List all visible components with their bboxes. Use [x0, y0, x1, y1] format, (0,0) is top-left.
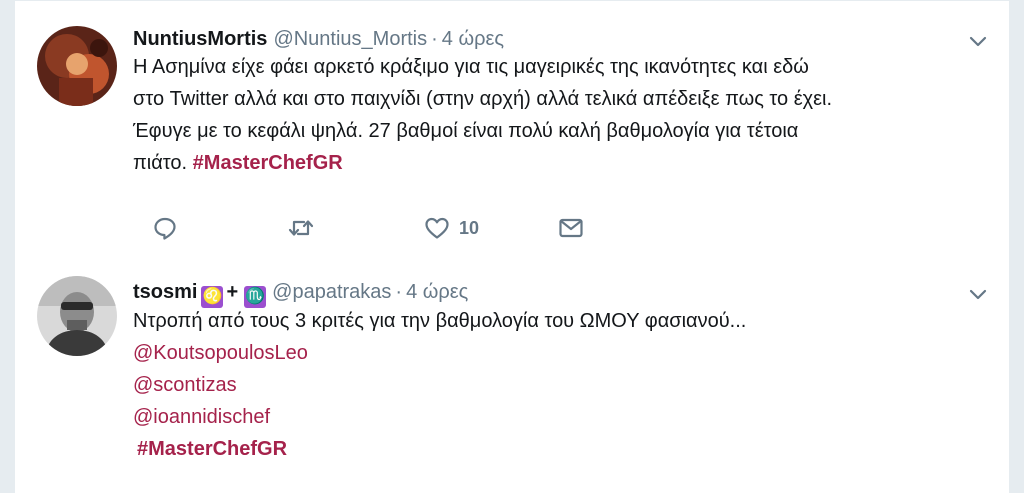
user-fullname[interactable]: tsosmi	[133, 281, 197, 303]
tweet-text: Η Ασημίνα είχε φάει αρκετό κράξιμο για τ…	[133, 51, 973, 179]
tweet-text-line: Έφυγε με το κεφάλι ψηλά. 27 βαθμοί είναι…	[133, 120, 799, 142]
tweet-actions: 10	[151, 211, 671, 245]
plus-sign: +	[226, 281, 239, 303]
tweet-text-fragment: πιάτο.	[133, 152, 188, 174]
hashtag-link[interactable]: #MasterChefGR	[193, 152, 343, 174]
avatar[interactable]	[37, 276, 117, 356]
tweet-header: NuntiusMortis @Nuntius_Mortis · 4 ώρες	[133, 26, 949, 52]
timestamp[interactable]: 4 ώρες	[442, 28, 504, 50]
tweet-text-line: Η Ασημίνα είχε φάει αρκετό κράξιμο για τ…	[133, 56, 809, 78]
tweet[interactable]: NuntiusMortis @Nuntius_Mortis · 4 ώρες Η Ασ…	[15, 0, 1009, 264]
separator: ·	[431, 28, 438, 50]
hashtag-link[interactable]: #MasterChefGR	[137, 438, 287, 460]
reply-button[interactable]	[151, 211, 179, 245]
tweet[interactable]: tsosmi ♌ + ♏ @papatrakas · 4 ώρες Ντροπή από τ…	[15, 262, 1009, 493]
timestamp[interactable]: 4 ώρες	[406, 281, 468, 303]
direct-message-button[interactable]	[557, 211, 585, 245]
separator: ·	[395, 281, 403, 303]
tweet-text: Ντροπή από τους 3 κριτές για την βαθμολο…	[133, 305, 973, 465]
tweet-text-line: #MasterChefGR	[133, 433, 973, 465]
retweet-icon	[288, 220, 314, 236]
mention-link[interactable]: @ioannidischef	[133, 401, 973, 433]
tweet-text-line: πιάτο. #MasterChefGR	[133, 147, 973, 179]
mention-link[interactable]: @scontizas	[133, 369, 973, 401]
retweet-button[interactable]	[287, 211, 315, 245]
timeline: NuntiusMortis @Nuntius_Mortis · 4 ώρες Η Ασ…	[14, 0, 1010, 493]
heart-icon	[425, 217, 449, 239]
tweet-text-line: στο Twitter αλλά και στο παιχνίδι (στην …	[133, 88, 833, 110]
user-handle[interactable]: @Nuntius_Mortis	[273, 28, 427, 50]
like-button[interactable]: 10	[423, 211, 479, 245]
mention-link[interactable]: @KoutsopoulosLeo	[133, 337, 973, 369]
tweet-header: tsosmi ♌ + ♏ @papatrakas · 4 ώρες	[133, 279, 949, 308]
reply-icon	[154, 217, 176, 240]
avatar[interactable]	[37, 26, 117, 106]
user-handle[interactable]: @papatrakas	[272, 281, 391, 303]
like-count: 10	[459, 217, 480, 238]
user-fullname[interactable]: NuntiusMortis	[133, 28, 267, 50]
envelope-icon	[559, 218, 583, 238]
tweet-text-line: Ντροπή από τους 3 κριτές για την βαθμολο…	[133, 310, 747, 332]
